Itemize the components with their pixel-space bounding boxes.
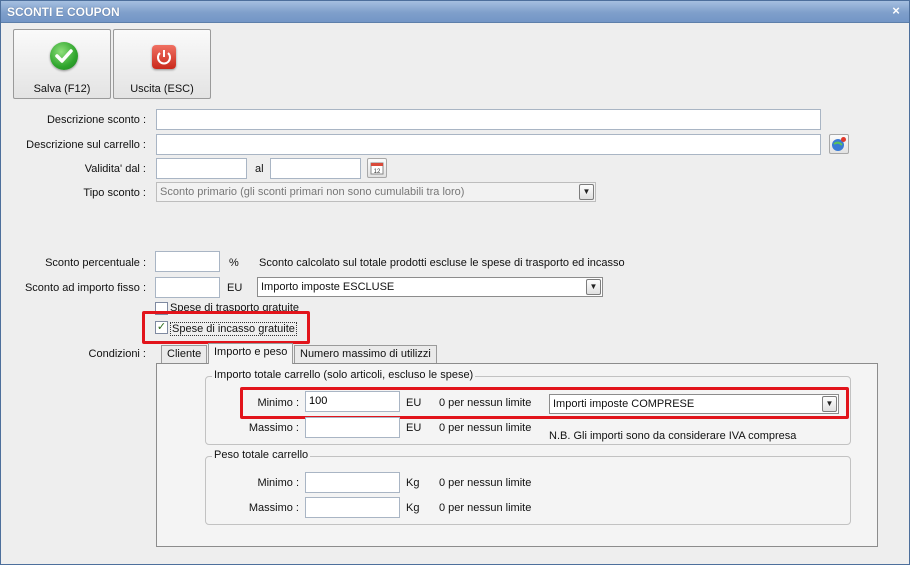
cart-weight-group: Peso totale carrello [205,449,851,525]
title-bar: SCONTI E COUPON × [1,1,909,23]
discount-type-label: Tipo sconto : [83,187,146,199]
fixed-discount-input[interactable] [155,277,220,298]
chevron-down-icon[interactable]: ▼ [579,184,594,200]
cart-weight-group-title: Peso totale carrello [212,449,311,461]
exit-button[interactable]: Uscita (ESC) [113,29,211,99]
vat-note: N.B. Gli importi sono da considerare IVA… [549,430,797,442]
translate-button[interactable] [829,134,849,154]
max-amount-note: 0 per nessun limite [439,422,532,434]
conditions-label: Condizioni : [88,348,146,360]
calendar-button[interactable]: 12 [367,158,387,178]
max-weight-note: 0 per nessun limite [439,502,532,514]
min-weight-input[interactable] [305,472,400,493]
fixed-discount-unit: EU [227,282,243,294]
max-weight-label: Massimo : [248,502,299,514]
tab-panel: Importo totale carrello (solo articoli, … [156,363,878,547]
cart-description-input[interactable] [156,134,821,155]
checkmark-icon [50,42,78,70]
percent-discount-label: Sconto percentuale : [45,257,146,269]
description-input[interactable] [156,109,821,130]
svg-text:12: 12 [374,169,381,175]
percent-note: Sconto calcolato sul totale prodotti esc… [259,257,625,269]
max-amount-input[interactable] [305,417,400,438]
min-weight-note: 0 per nessun limite [439,477,532,489]
percent-discount-input[interactable] [155,251,220,272]
validity-to-input[interactable] [270,158,361,179]
highlight-box [240,387,849,419]
exit-button-label: Uscita (ESC) [130,83,194,95]
percent-unit: % [229,257,239,269]
tab-cliente[interactable]: Cliente [161,345,208,363]
fixed-discount-label: Sconto ad importo fisso : [24,282,146,294]
min-weight-label: Minimo : [257,477,299,489]
max-weight-unit: Kg [406,502,420,514]
cart-description-label: Descrizione sul carrello : [26,139,146,151]
max-weight-input[interactable] [305,497,400,518]
chevron-down-icon[interactable]: ▼ [586,279,601,295]
save-button-label: Salva (F12) [33,83,91,95]
tab-importo-peso[interactable]: Importo e peso [208,343,294,364]
window-title: SCONTI E COUPON [7,5,120,19]
globe-icon [832,137,846,151]
max-amount-label: Massimo : [248,422,299,434]
highlight-box [142,311,310,344]
power-icon [152,45,176,69]
save-button[interactable]: Salva (F12) [13,29,111,99]
validity-to-label: al [255,163,264,175]
min-weight-unit: Kg [406,477,420,489]
discount-type-value: Sconto primario (gli sconti primari non … [160,186,465,198]
cart-amount-group-title: Importo totale carrello (solo articoli, … [212,369,476,381]
validity-from-input[interactable] [156,158,247,179]
max-amount-unit: EU [406,422,422,434]
description-label: Descrizione sconto : [46,114,146,126]
calendar-icon: 12 [370,162,384,175]
validity-label: Validita' dal : [84,163,146,175]
close-icon[interactable]: × [889,4,903,18]
fixed-discount-tax-select[interactable]: Importo imposte ESCLUSE ▼ [257,277,603,297]
discount-type-select[interactable]: Sconto primario (gli sconti primari non … [156,182,596,202]
fixed-discount-tax-value: Importo imposte ESCLUSE [261,281,395,293]
discount-coupon-window: SCONTI E COUPON × Salva (F12) Uscita (ES… [0,0,910,565]
tab-numero-utilizzi[interactable]: Numero massimo di utilizzi [294,345,437,363]
